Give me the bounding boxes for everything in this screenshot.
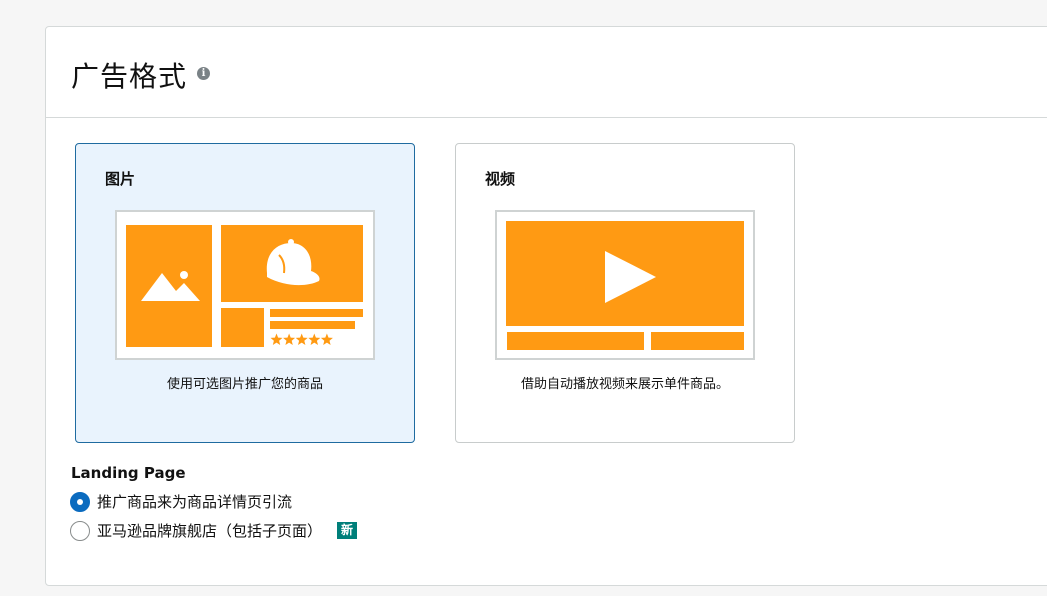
thumbnail-block (221, 308, 264, 347)
video-player-block (506, 221, 744, 326)
radio-checked[interactable] (70, 491, 90, 512)
page-title: 广告格式 (71, 60, 188, 93)
play-icon (605, 251, 656, 303)
radio-unchecked[interactable] (70, 520, 90, 541)
panel-header: 广告格式 i (46, 27, 1047, 118)
video-caption-bar (507, 332, 644, 350)
image-block (126, 225, 212, 347)
text-line (270, 309, 363, 317)
format-card-label: 视频 (485, 170, 516, 188)
format-card-description: 使用可选图片推广您的商品 (166, 377, 323, 392)
landing-page-label: Landing Page (71, 464, 186, 482)
format-card-video[interactable]: 视频 借助自动播放视频来展示单件商品。 (455, 143, 795, 443)
info-icon[interactable]: i (197, 67, 210, 80)
radio-label: 推广商品来为商品详情页引流 (97, 493, 293, 511)
format-card-description: 借助自动播放视频来展示单件商品。 (520, 377, 729, 392)
radio-label: 亚马逊品牌旗舰店（包括子页面） (97, 522, 323, 540)
format-card-label: 图片 (105, 170, 136, 188)
product-hero-block (221, 225, 363, 302)
ad-format-panel: 广告格式 i 图片 使用可选图片推广您的商品 视频 借助自动播放视频来展示单件商… (45, 26, 1047, 586)
landing-option-brand-store[interactable]: 亚马逊品牌旗舰店（包括子页面） 新 (70, 520, 358, 541)
new-badge: 新 (337, 522, 358, 539)
star-rating-icon (270, 333, 333, 345)
landing-option-detail-page[interactable]: 推广商品来为商品详情页引流 (70, 491, 292, 512)
video-caption-bar (651, 332, 744, 350)
format-card-image[interactable]: 图片 使用可选图片推广您的商品 (75, 143, 415, 443)
text-line (270, 321, 355, 329)
cap-icon (266, 239, 320, 286)
video-ad-illustration (495, 210, 755, 360)
landscape-icon (141, 271, 200, 301)
image-ad-illustration (115, 210, 375, 360)
